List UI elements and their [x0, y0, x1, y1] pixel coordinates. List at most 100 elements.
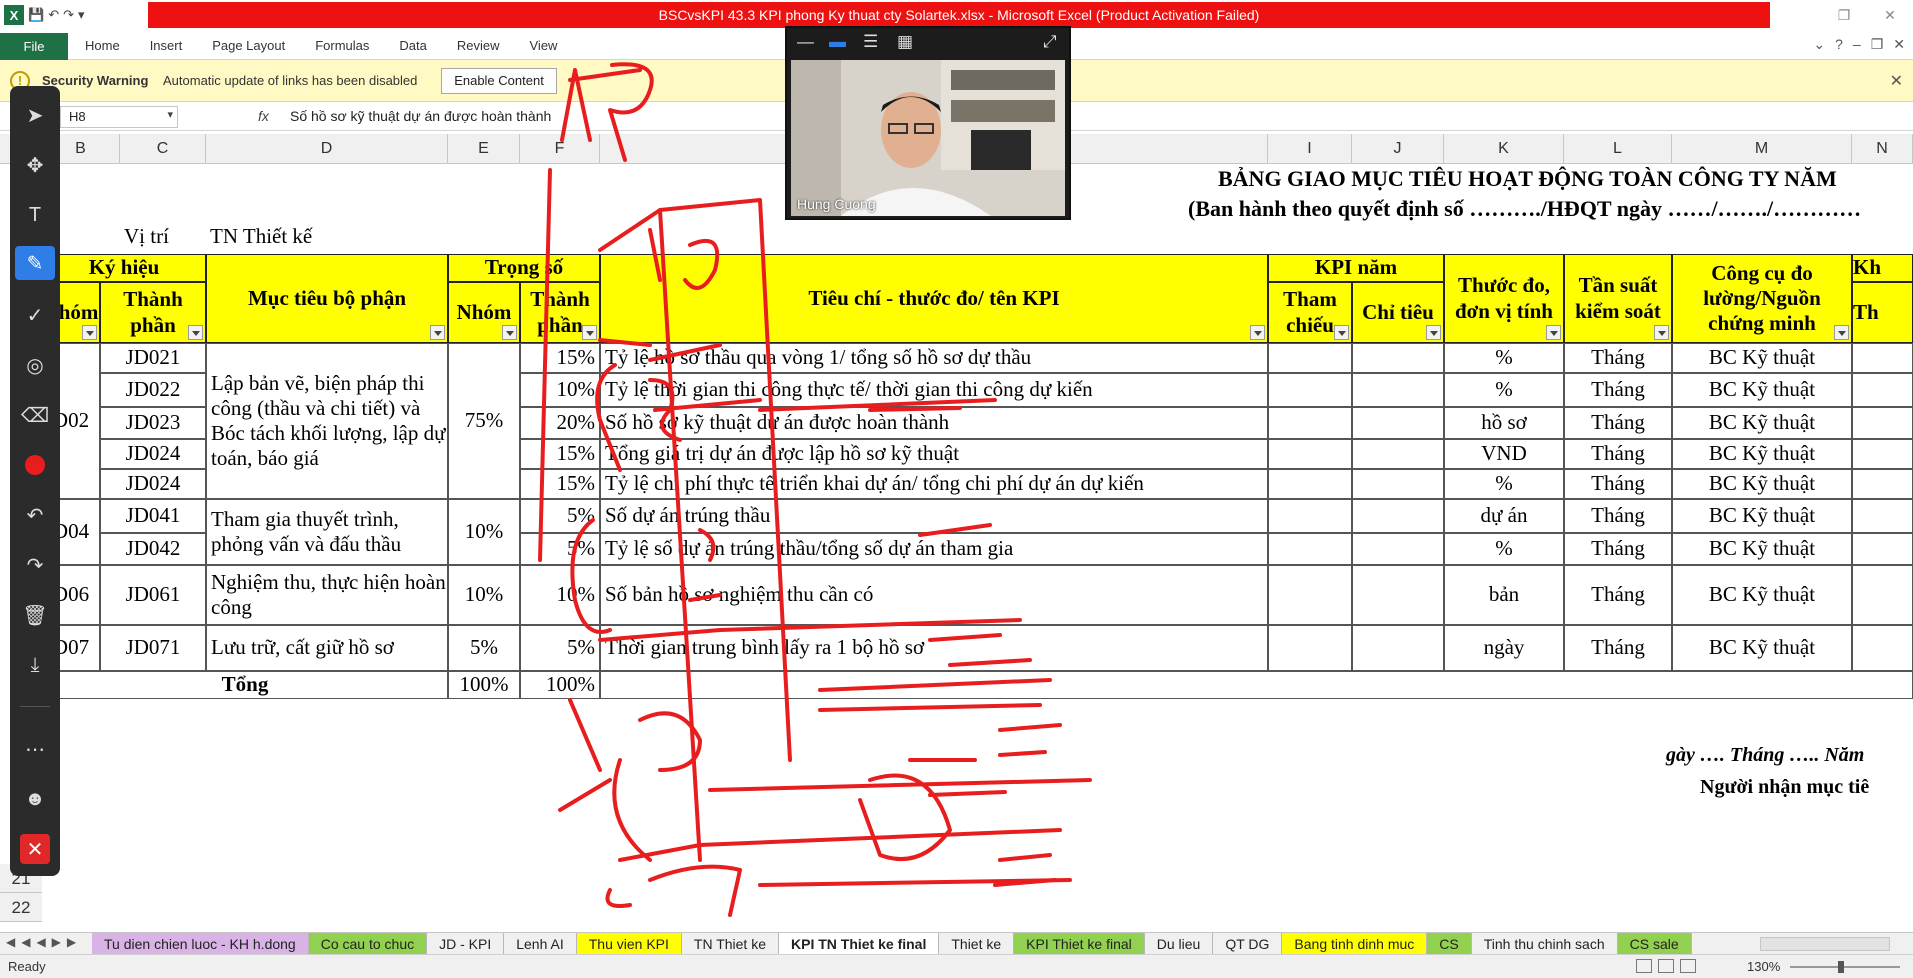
name-box[interactable]: H8 ▾	[60, 106, 178, 128]
excel-app-icon[interactable]: X	[4, 5, 24, 25]
row-chi-tieu-cell[interactable]	[1352, 343, 1444, 373]
row-chi-tieu-cell[interactable]	[1352, 565, 1444, 625]
customize-qat-icon[interactable]: ▾	[78, 7, 85, 23]
row-code-cell[interactable]: JD061	[100, 565, 206, 625]
row-weight-cell[interactable]: 15%	[520, 439, 600, 469]
row-tool-cell[interactable]: BC Kỹ thuật	[1672, 499, 1852, 533]
row-tham-chieu-cell[interactable]	[1268, 565, 1352, 625]
row-unit-cell[interactable]: dự án	[1444, 499, 1564, 533]
row-weight-cell[interactable]: 15%	[520, 469, 600, 499]
text-tool-icon[interactable]: T	[10, 198, 60, 232]
doc-restore-icon[interactable]: ❐	[1871, 36, 1884, 53]
filter-dropdown-icon[interactable]	[430, 325, 445, 340]
row-tham-chieu-cell[interactable]	[1268, 439, 1352, 469]
header-thanh-phan[interactable]: Thành phần	[100, 282, 206, 343]
row-tool-cell[interactable]: BC Kỹ thuật	[1672, 469, 1852, 499]
group-objective-cell[interactable]: Lưu trữ, cất giữ hồ sơ	[206, 625, 448, 671]
row-code-cell[interactable]: JD041	[100, 499, 206, 533]
row-unit-cell[interactable]: %	[1444, 373, 1564, 407]
row-tool-cell[interactable]: BC Kỹ thuật	[1672, 373, 1852, 407]
total-component-weight[interactable]: 100%	[520, 671, 600, 699]
group-weight-cell[interactable]: 10%	[448, 565, 520, 625]
group-objective-cell[interactable]: Nghiệm thu, thực hiện hoàn công	[206, 565, 448, 625]
filter-dropdown-icon[interactable]	[1834, 325, 1849, 340]
row-freq-cell[interactable]: Tháng	[1564, 565, 1672, 625]
group-weight-cell[interactable]: 10%	[448, 499, 520, 565]
filter-dropdown-icon[interactable]	[188, 325, 203, 340]
total-blank-cells[interactable]	[600, 671, 1913, 699]
sheet-tab[interactable]: KPI Thiet ke final	[1014, 933, 1145, 955]
column-header-e[interactable]: E	[448, 134, 520, 164]
row-tham-chieu-cell[interactable]	[1268, 533, 1352, 565]
filter-dropdown-icon[interactable]	[582, 325, 597, 340]
trash-icon[interactable]: 🗑	[10, 598, 60, 632]
page-layout-view-icon[interactable]	[1658, 959, 1674, 973]
total-group-weight[interactable]: 100%	[448, 671, 520, 699]
zoom-level[interactable]: 130%	[1747, 959, 1780, 974]
color-picker-icon[interactable]	[10, 448, 60, 482]
close-annotation-button[interactable]: ✕	[10, 832, 60, 866]
download-icon[interactable]: ⤓	[10, 648, 60, 682]
header-ky-hieu[interactable]: Ký hiệu	[42, 254, 206, 282]
grid-view-icon[interactable]: ▦	[897, 32, 913, 52]
pointer-tool-icon[interactable]: ➤	[10, 98, 60, 132]
tab-insert[interactable]: Insert	[135, 30, 198, 60]
row-chi-tieu-cell[interactable]	[1352, 407, 1444, 439]
row-tool-cell[interactable]: BC Kỹ thuật	[1672, 565, 1852, 625]
row-chi-tieu-cell[interactable]	[1352, 499, 1444, 533]
row-code-cell[interactable]: JD024	[100, 469, 206, 499]
eraser-tool-icon[interactable]: ⌫	[10, 398, 60, 432]
worksheet-grid[interactable]: BẢNG GIAO MỤC TIÊU HOẠT ĐỘNG TOÀN CÔNG T…	[42, 164, 1913, 934]
filter-dropdown-icon[interactable]	[1334, 325, 1349, 340]
sheet-tab[interactable]: Tu dien chien luoc - KH h.dong	[92, 933, 309, 955]
row-kh-cell[interactable]	[1852, 625, 1913, 671]
row-kh-cell[interactable]	[1852, 439, 1913, 469]
row-header-22[interactable]: 22	[0, 893, 42, 922]
row-kh-cell[interactable]	[1852, 343, 1913, 373]
total-label[interactable]: Tổng	[42, 671, 448, 699]
sheet-tab[interactable]: QT DG	[1213, 933, 1283, 955]
insert-function-icon[interactable]: fx	[258, 108, 269, 124]
more-icon[interactable]: ⋯	[10, 732, 60, 766]
row-tool-cell[interactable]: BC Kỹ thuật	[1672, 533, 1852, 565]
row-freq-cell[interactable]: Tháng	[1564, 625, 1672, 671]
row-tham-chieu-cell[interactable]	[1268, 407, 1352, 439]
header-tieu-chi[interactable]: Tiêu chí - thước đo/ tên KPI	[600, 254, 1268, 343]
undo-ink-icon[interactable]: ↶	[10, 498, 60, 532]
row-chi-tieu-cell[interactable]	[1352, 469, 1444, 499]
minimize-video-icon[interactable]: —	[797, 32, 814, 52]
row-weight-cell[interactable]: 20%	[520, 407, 600, 439]
tab-review[interactable]: Review	[442, 30, 515, 60]
sheet-nav-arrows[interactable]: ◀◀◀▶▶	[6, 935, 82, 949]
sheet-tab[interactable]: TN Thiet ke	[682, 933, 779, 955]
row-weight-cell[interactable]: 15%	[520, 343, 600, 373]
row-unit-cell[interactable]: %	[1444, 343, 1564, 373]
row-kpi-cell[interactable]: Số bản hồ sơ nghiệm thu cần có	[600, 565, 1268, 625]
row-tool-cell[interactable]: BC Kỹ thuật	[1672, 407, 1852, 439]
tab-data[interactable]: Data	[384, 30, 441, 60]
sheet-tab[interactable]: Tinh thu chinh sach	[1472, 933, 1618, 955]
row-freq-cell[interactable]: Tháng	[1564, 439, 1672, 469]
sheet-tab[interactable]: CS sale	[1617, 933, 1692, 955]
video-call-window[interactable]: — ▬ ☰ ▦ ⤢ Hung Cuong	[785, 26, 1071, 220]
row-kh-cell[interactable]	[1852, 533, 1913, 565]
row-kh-cell[interactable]	[1852, 373, 1913, 407]
sheet-tab[interactable]: Du lieu	[1145, 933, 1214, 955]
filter-dropdown-icon[interactable]	[502, 325, 517, 340]
row-unit-cell[interactable]: bản	[1444, 565, 1564, 625]
position-value[interactable]: TN Thiết kế	[206, 222, 506, 252]
column-header-i[interactable]: I	[1268, 134, 1352, 164]
zoom-slider[interactable]	[1790, 961, 1900, 973]
row-kh-cell[interactable]	[1852, 565, 1913, 625]
column-header-m[interactable]: M	[1672, 134, 1852, 164]
row-freq-cell[interactable]: Tháng	[1564, 343, 1672, 373]
row-code-cell[interactable]: JD022	[100, 373, 206, 407]
group-objective-cell[interactable]: Tham gia thuyết trình, phỏng vấn và đấu …	[206, 499, 448, 565]
close-warning-icon[interactable]: ✕	[1890, 71, 1903, 91]
row-code-cell[interactable]: JD071	[100, 625, 206, 671]
row-freq-cell[interactable]: Tháng	[1564, 373, 1672, 407]
normal-view-icon[interactable]	[1636, 959, 1652, 973]
row-chi-tieu-cell[interactable]	[1352, 533, 1444, 565]
undo-icon[interactable]: ↶	[48, 7, 59, 23]
column-header-n[interactable]: N	[1852, 134, 1913, 164]
